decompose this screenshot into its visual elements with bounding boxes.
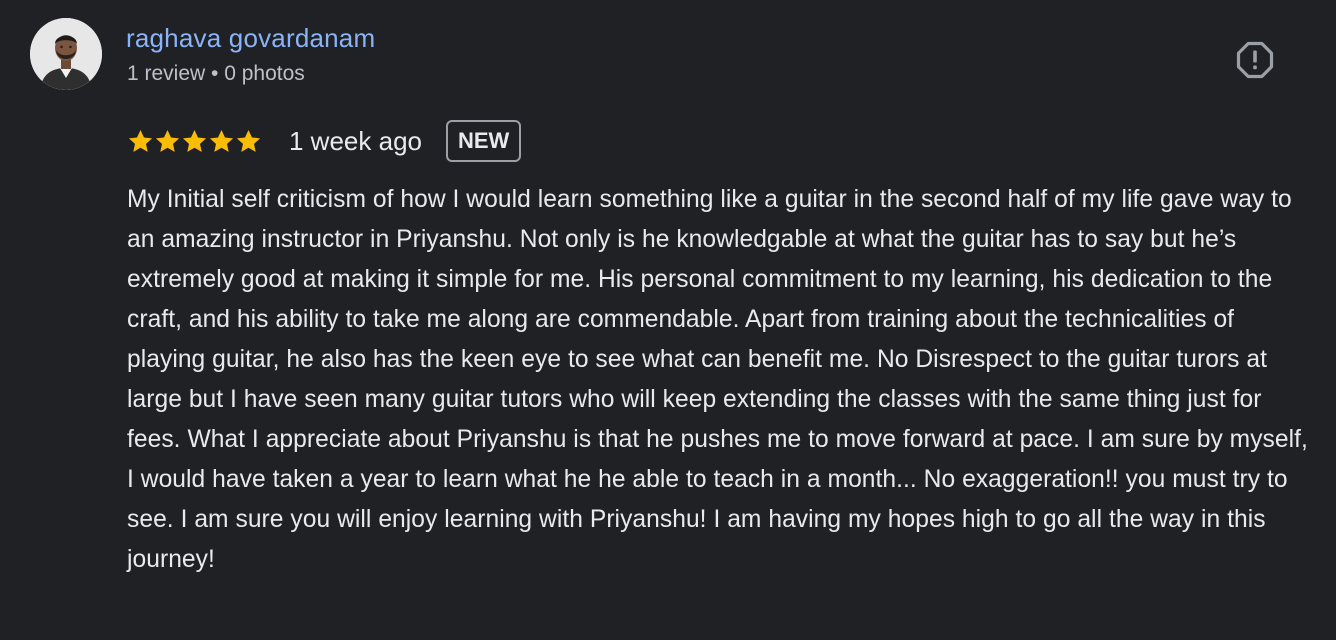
star-icon	[155, 129, 180, 152]
star-icon	[182, 129, 207, 152]
report-review-button[interactable]	[1232, 37, 1278, 83]
author-review-count: 1 review • 0 photos	[127, 62, 305, 85]
star-rating	[127, 128, 262, 155]
new-badge: NEW	[445, 120, 522, 162]
author-name-link[interactable]: raghava govardanam	[126, 20, 375, 56]
person-avatar-icon	[30, 18, 102, 90]
rating-row: 1 week ago NEW	[127, 118, 522, 164]
star-icon	[209, 129, 234, 152]
review-card: raghava govardanam 1 review • 0 photos 1…	[0, 0, 1336, 640]
review-text: My Initial self criticism of how I would…	[127, 186, 1308, 573]
star-icon	[128, 129, 153, 152]
author-avatar[interactable]	[30, 18, 102, 90]
star-icon	[236, 129, 261, 152]
review-date: 1 week ago	[289, 126, 422, 156]
report-icon	[1236, 41, 1274, 79]
